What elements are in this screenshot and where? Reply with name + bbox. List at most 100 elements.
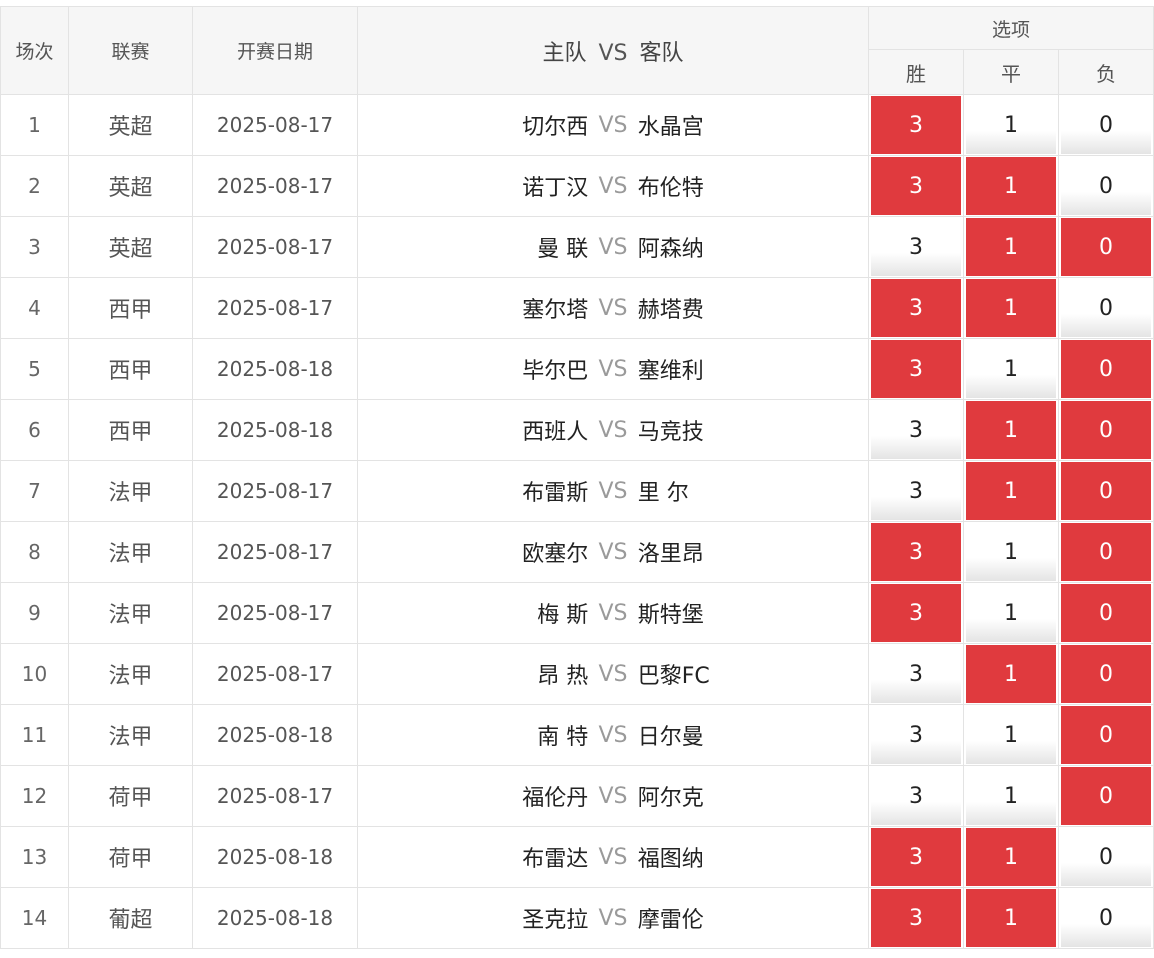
option-draw-cell: 1 xyxy=(963,216,1059,278)
option-loss-cell: 0 xyxy=(1057,94,1154,156)
option-loss-button[interactable]: 0 xyxy=(1061,157,1152,215)
option-draw-button[interactable]: 1 xyxy=(966,157,1056,215)
option-draw-cell: 1 xyxy=(963,704,1059,766)
option-loss-cell: 0 xyxy=(1057,399,1154,461)
option-draw-button[interactable]: 1 xyxy=(966,584,1056,642)
table-row: 4 西甲 2025-08-17 塞尔塔 VS 赫塔费 3 1 0 xyxy=(0,277,1154,339)
option-loss-button[interactable]: 0 xyxy=(1061,706,1152,764)
option-win-cell: 3 xyxy=(868,582,964,644)
row-league: 西甲 xyxy=(68,277,193,339)
option-draw-button[interactable]: 1 xyxy=(966,462,1056,520)
match-teams: 诺丁汉 VS 布伦特 xyxy=(358,170,868,202)
option-draw-cell: 1 xyxy=(963,521,1059,583)
option-draw-button[interactable]: 1 xyxy=(966,828,1056,886)
row-date: 2025-08-17 xyxy=(192,216,358,278)
row-number: 4 xyxy=(0,277,69,339)
option-loss-cell: 0 xyxy=(1057,887,1154,949)
option-draw-cell: 1 xyxy=(963,94,1059,156)
table-row: 9 法甲 2025-08-17 梅 斯 VS 斯特堡 3 1 0 xyxy=(0,582,1154,644)
table-row: 12 荷甲 2025-08-17 福伦丹 VS 阿尔克 3 1 0 xyxy=(0,765,1154,827)
option-win-button[interactable]: 3 xyxy=(871,96,961,154)
row-number: 13 xyxy=(0,826,69,888)
row-match: 切尔西 VS 水晶宫 xyxy=(357,94,869,156)
option-loss-cell: 0 xyxy=(1057,521,1154,583)
option-win-button[interactable]: 3 xyxy=(871,767,961,825)
option-win-button[interactable]: 3 xyxy=(871,340,961,398)
option-draw-button[interactable]: 1 xyxy=(966,340,1056,398)
row-date: 2025-08-18 xyxy=(192,338,358,400)
row-date: 2025-08-17 xyxy=(192,277,358,339)
vs-label: VS xyxy=(598,112,628,138)
away-team: 福图纳 xyxy=(637,847,704,872)
option-win-button[interactable]: 3 xyxy=(871,218,961,276)
row-number: 7 xyxy=(0,460,69,522)
option-win-button[interactable]: 3 xyxy=(871,401,961,459)
option-draw-button[interactable]: 1 xyxy=(966,645,1056,703)
option-loss-button[interactable]: 0 xyxy=(1061,96,1152,154)
option-loss-cell: 0 xyxy=(1057,582,1154,644)
home-team: 西班人 xyxy=(522,420,589,445)
option-draw-button[interactable]: 1 xyxy=(966,96,1056,154)
option-draw-button[interactable]: 1 xyxy=(966,279,1056,337)
away-team: 塞维利 xyxy=(637,359,704,384)
home-team: 布雷达 xyxy=(522,847,589,872)
option-loss-button[interactable]: 0 xyxy=(1061,462,1152,520)
option-win-button[interactable]: 3 xyxy=(871,462,961,520)
match-teams: 塞尔塔 VS 赫塔费 xyxy=(358,292,868,324)
option-win-button[interactable]: 3 xyxy=(871,584,961,642)
table-row: 5 西甲 2025-08-18 毕尔巴 VS 塞维利 3 1 0 xyxy=(0,338,1154,400)
option-draw-button[interactable]: 1 xyxy=(966,767,1056,825)
home-team: 昂 热 xyxy=(537,664,589,689)
option-draw-button[interactable]: 1 xyxy=(966,218,1056,276)
option-draw-cell: 1 xyxy=(963,765,1059,827)
option-loss-button[interactable]: 0 xyxy=(1061,584,1152,642)
option-win-button[interactable]: 3 xyxy=(871,706,961,764)
row-league: 英超 xyxy=(68,216,193,278)
vs-label: VS xyxy=(598,905,628,931)
table-row: 1 英超 2025-08-17 切尔西 VS 水晶宫 3 1 0 xyxy=(0,94,1154,156)
table-row: 10 法甲 2025-08-17 昂 热 VS 巴黎FC 3 1 0 xyxy=(0,643,1154,705)
row-number: 11 xyxy=(0,704,69,766)
option-draw-cell: 1 xyxy=(963,582,1059,644)
option-draw-cell: 1 xyxy=(963,887,1059,949)
option-win-button[interactable]: 3 xyxy=(871,157,961,215)
option-loss-button[interactable]: 0 xyxy=(1061,279,1152,337)
option-draw-cell: 1 xyxy=(963,155,1059,217)
row-league: 法甲 xyxy=(68,460,193,522)
option-win-button[interactable]: 3 xyxy=(871,279,961,337)
option-win-button[interactable]: 3 xyxy=(871,523,961,581)
option-loss-button[interactable]: 0 xyxy=(1061,218,1152,276)
option-loss-button[interactable]: 0 xyxy=(1061,767,1152,825)
option-draw-button[interactable]: 1 xyxy=(966,889,1056,947)
option-loss-button[interactable]: 0 xyxy=(1061,645,1152,703)
option-loss-button[interactable]: 0 xyxy=(1061,401,1152,459)
option-loss-cell: 0 xyxy=(1057,216,1154,278)
option-win-button[interactable]: 3 xyxy=(871,645,961,703)
option-win-cell: 3 xyxy=(868,826,964,888)
option-win-button[interactable]: 3 xyxy=(871,828,961,886)
option-loss-button[interactable]: 0 xyxy=(1061,828,1152,886)
vs-label: VS xyxy=(598,722,628,748)
option-draw-button[interactable]: 1 xyxy=(966,523,1056,581)
away-team: 赫塔费 xyxy=(637,298,704,323)
row-date: 2025-08-18 xyxy=(192,399,358,461)
option-loss-cell: 0 xyxy=(1057,643,1154,705)
row-match: 布雷达 VS 福图纳 xyxy=(357,826,869,888)
match-teams: 曼 联 VS 阿森纳 xyxy=(358,231,868,263)
row-date: 2025-08-17 xyxy=(192,643,358,705)
home-team: 圣克拉 xyxy=(522,908,589,933)
option-loss-cell: 0 xyxy=(1057,765,1154,827)
option-draw-button[interactable]: 1 xyxy=(966,401,1056,459)
vs-label: VS xyxy=(598,844,628,870)
row-number: 5 xyxy=(0,338,69,400)
option-loss-button[interactable]: 0 xyxy=(1061,523,1152,581)
match-teams: 布雷斯 VS 里 尔 xyxy=(358,475,868,507)
option-loss-button[interactable]: 0 xyxy=(1061,889,1152,947)
option-win-button[interactable]: 3 xyxy=(871,889,961,947)
option-loss-button[interactable]: 0 xyxy=(1061,340,1152,398)
row-number: 1 xyxy=(0,94,69,156)
vs-label: VS xyxy=(598,600,628,626)
option-draw-button[interactable]: 1 xyxy=(966,706,1056,764)
table-row: 7 法甲 2025-08-17 布雷斯 VS 里 尔 310 xyxy=(0,460,1154,522)
table-row: 6 西甲 2025-08-18 西班人 VS 马竞技 3 1 0 xyxy=(0,399,1154,461)
